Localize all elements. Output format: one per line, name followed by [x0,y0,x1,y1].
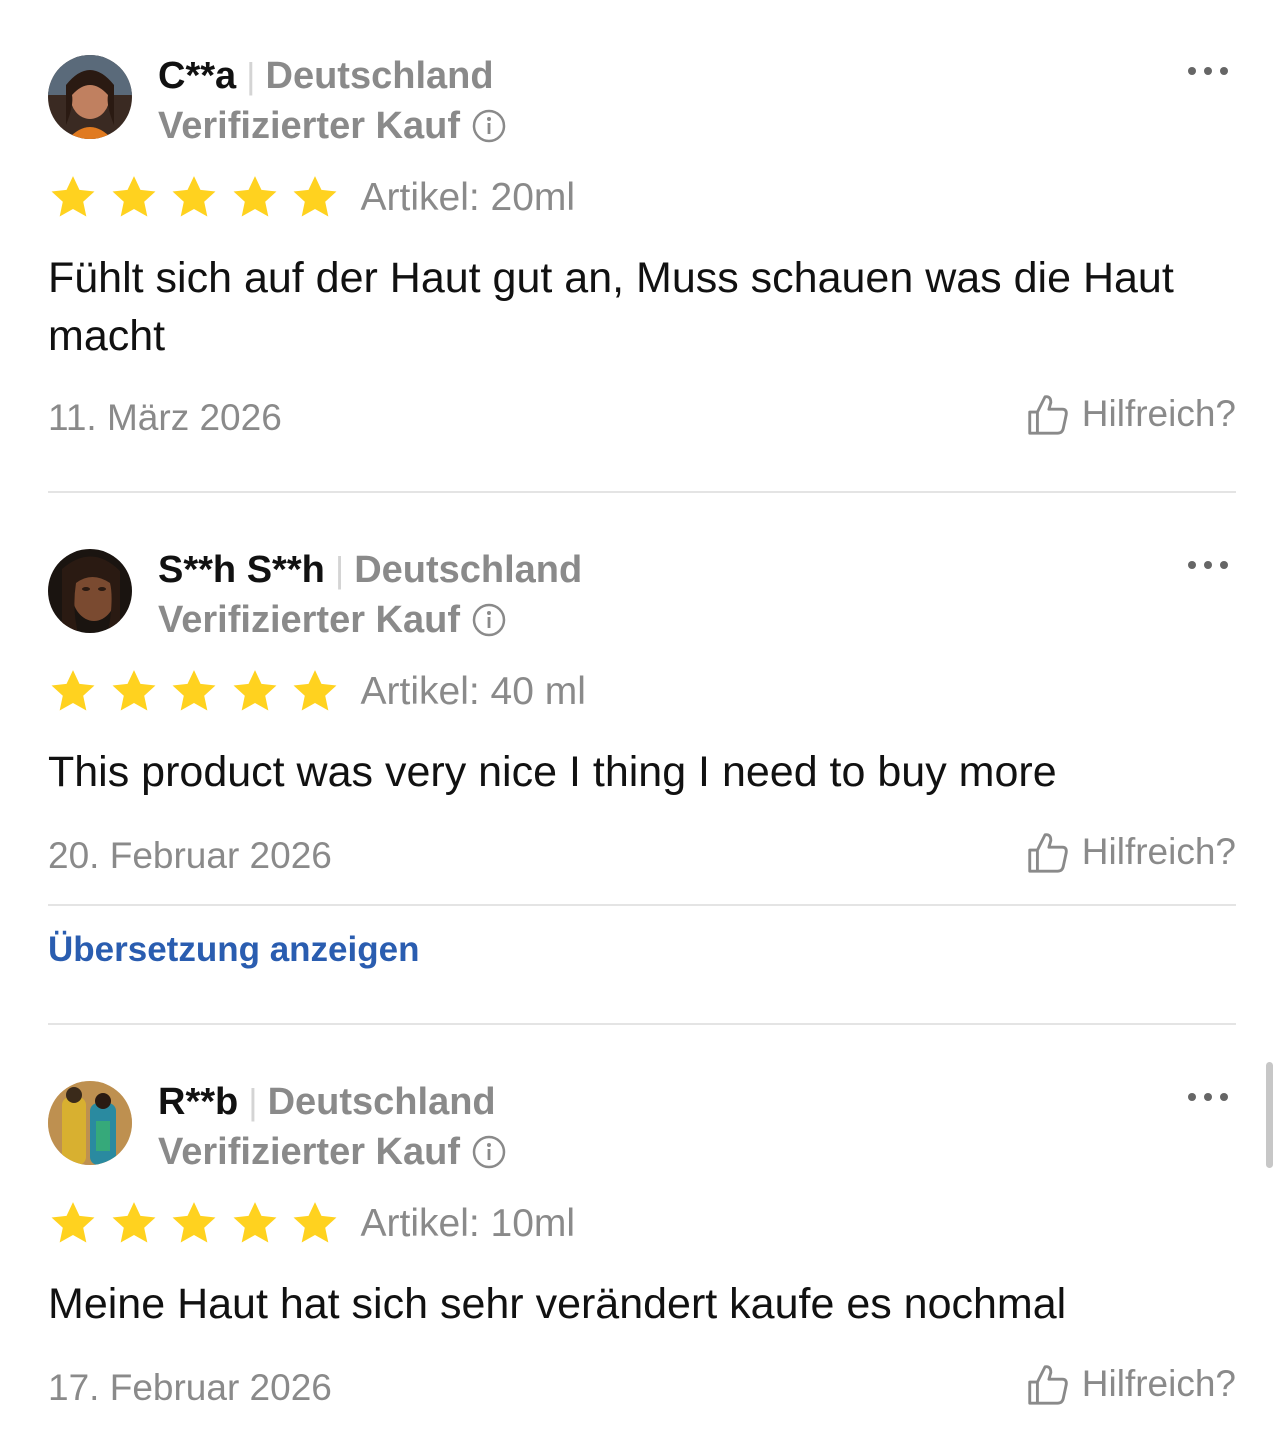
reviewer-country: Deutschland [267,1080,496,1123]
info-icon[interactable] [472,109,506,143]
reviewer-country: Deutschland [265,54,494,97]
star-icon [109,173,159,223]
avatar-photo [48,549,132,633]
star-icon [48,1199,98,1249]
star-rating [48,1199,351,1249]
avatar-photo [48,1081,132,1165]
avatar[interactable] [48,549,132,633]
star-icon [109,1199,159,1249]
reviewer-name: C**a [158,54,237,97]
avatar[interactable] [48,55,132,139]
verified-purchase-label: Verifizierter Kauf [158,1130,460,1173]
review-date: 17. Februar 2026 [48,1367,332,1408]
helpful-label: Hilfreich? [1081,831,1236,872]
star-icon [109,667,159,717]
review-date: 11. März 2026 [48,397,282,438]
star-icon [169,1199,219,1249]
avatar[interactable] [48,1081,132,1165]
review-divider [48,904,1236,906]
helpful-button[interactable]: Hilfreich? [1024,1361,1236,1407]
show-translation-link[interactable]: Übersetzung anzeigen [48,930,419,970]
star-icon [169,173,219,223]
thumbs-up-icon [1028,833,1068,873]
star-icon [230,173,280,223]
star-icon [290,1199,340,1249]
star-icon [169,667,219,717]
review-divider [48,491,1236,493]
thumbs-up-icon [1028,1365,1068,1405]
review-card: R**b | Deutschland Verifizierter Kauf Ar… [48,1081,1236,1421]
star-rating [48,173,351,223]
star-icon [230,1199,280,1249]
star-icon [230,667,280,717]
star-icon [290,667,340,717]
review-card: C**a | Deutschland Verifizierter Kauf Ar… [48,55,1236,455]
review-date: 20. Februar 2026 [48,835,332,876]
helpful-button[interactable]: Hilfreich? [1024,391,1236,437]
helpful-button[interactable]: Hilfreich? [1024,829,1236,875]
helpful-label: Hilfreich? [1081,1363,1236,1404]
scrollbar[interactable] [1266,1062,1273,1168]
star-icon [290,173,340,223]
article-variant: Artikel: 10ml [360,1202,576,1245]
reviewer-name: R**b [158,1080,239,1123]
reviewer-country: Deutschland [354,548,583,591]
more-dots-icon[interactable] [1188,555,1228,575]
more-dots-icon[interactable] [1188,61,1228,81]
name-separator: | [248,1081,258,1122]
avatar-photo [48,55,132,139]
info-icon[interactable] [472,1135,506,1169]
article-variant: Artikel: 20ml [360,176,576,219]
star-icon [48,173,98,223]
thumbs-up-icon [1028,395,1068,435]
review-card: S**h S**h | Deutschland Verifizierter Ka… [48,549,1236,889]
verified-purchase-label: Verifizierter Kauf [158,598,460,641]
verified-purchase-label: Verifizierter Kauf [158,104,460,147]
review-divider [48,1023,1236,1025]
star-icon [48,667,98,717]
reviewer-name: S**h S**h [158,548,325,591]
name-separator: | [246,55,256,96]
info-icon[interactable] [472,603,506,637]
article-variant: Artikel: 40 ml [360,670,586,713]
review-text: Fühlt sich auf der Haut gut an, Muss sch… [48,254,1174,360]
star-rating [48,667,351,717]
review-text: Meine Haut hat sich sehr verändert kaufe… [48,1280,1067,1328]
review-text: This product was very nice I thing I nee… [48,748,1057,796]
helpful-label: Hilfreich? [1081,393,1236,434]
more-dots-icon[interactable] [1188,1087,1228,1107]
name-separator: | [334,549,345,590]
